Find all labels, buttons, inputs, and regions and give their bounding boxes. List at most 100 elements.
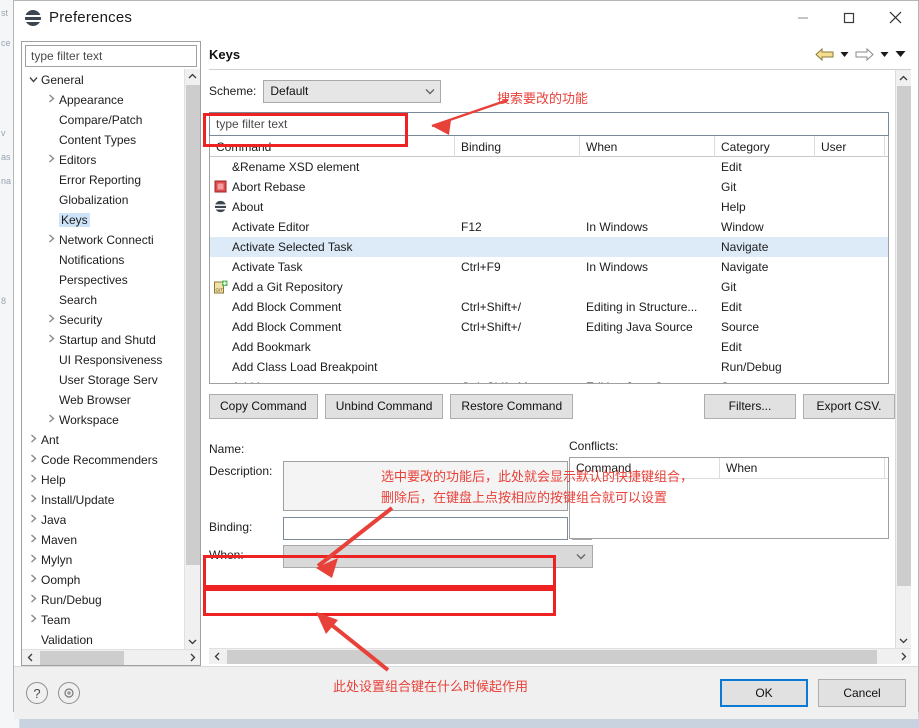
page-hscroll-track[interactable] <box>225 649 895 665</box>
sidebar-item-code-recommenders[interactable]: Code Recommenders <box>22 450 184 470</box>
page-menu-icon[interactable] <box>893 44 907 64</box>
export-csv-button[interactable]: Export CSV. <box>803 393 895 419</box>
keys-table-body[interactable]: &Rename XSD element Edit Abort Rebase Git Ab… <box>210 157 888 383</box>
conflicts-column-when[interactable]: When <box>720 458 885 478</box>
tree-scroll-track[interactable] <box>185 84 200 633</box>
sidebar-item-mylyn[interactable]: Mylyn <box>22 550 184 570</box>
table-row[interactable]: Add Block Comment Ctrl+Shift+/ Editing Jav… <box>210 317 888 337</box>
table-row[interactable]: Add Import Ctrl+Shift+M Editing Java Sourc… <box>210 377 888 383</box>
page-scroll-thumb[interactable] <box>897 86 911 586</box>
when-select[interactable] <box>283 545 593 568</box>
column-header-when[interactable]: When <box>580 136 715 157</box>
sidebar-item-security[interactable]: Security <box>22 310 184 330</box>
page-scroll-left-icon[interactable] <box>209 649 225 665</box>
sidebar-item-team[interactable]: Team <box>22 610 184 630</box>
copy-command-button[interactable]: Copy Command <box>209 393 318 419</box>
scroll-left-icon[interactable] <box>22 650 38 666</box>
sidebar-item-maven[interactable]: Maven <box>22 530 184 550</box>
page-horizontal-scrollbar[interactable] <box>209 648 911 664</box>
sidebar-item-help[interactable]: Help <box>22 470 184 490</box>
forward-dropdown-icon[interactable] <box>877 44 891 64</box>
column-header-binding[interactable]: Binding <box>455 136 580 157</box>
cancel-button[interactable]: Cancel <box>818 679 906 707</box>
preference-tree[interactable]: General Appearance Compare/Patch Content Ty… <box>22 69 184 649</box>
table-row[interactable]: Add Class Load Breakpoint Run/Debug <box>210 357 888 377</box>
sidebar-item-editors[interactable]: Editors <box>22 150 184 170</box>
chevron-right-icon[interactable] <box>43 234 59 246</box>
chevron-right-icon[interactable] <box>43 334 59 346</box>
forward-arrow-icon[interactable] <box>853 44 875 64</box>
sidebar-item-validation[interactable]: Validation <box>22 630 184 649</box>
sidebar-item-network-connecti[interactable]: Network Connecti <box>22 230 184 250</box>
tree-scroll-thumb[interactable] <box>186 84 200 565</box>
chevron-right-icon[interactable] <box>43 414 59 426</box>
column-header-command[interactable]: Command <box>210 136 455 157</box>
sidebar-item-compare-patch[interactable]: Compare/Patch <box>22 110 184 130</box>
sidebar-item-notifications[interactable]: Notifications <box>22 250 184 270</box>
table-row[interactable]: GIT Add a Git Repository Git <box>210 277 888 297</box>
table-row[interactable]: Activate Selected Task Navigate <box>210 237 888 257</box>
back-arrow-icon[interactable] <box>813 44 835 64</box>
tree-horizontal-scrollbar[interactable] <box>22 649 200 665</box>
close-button[interactable] <box>872 1 918 34</box>
keys-table[interactable]: Command Binding When Category User &Rename X… <box>209 136 889 384</box>
page-vertical-scrollbar[interactable] <box>895 70 911 648</box>
chevron-right-icon[interactable] <box>25 594 41 606</box>
page-hscroll-thumb[interactable] <box>227 649 877 664</box>
sidebar-item-java[interactable]: Java <box>22 510 184 530</box>
table-row[interactable]: Add Block Comment Ctrl+Shift+/ Editing in … <box>210 297 888 317</box>
record-icon[interactable] <box>58 682 80 704</box>
chevron-right-icon[interactable] <box>25 514 41 526</box>
binding-input[interactable] <box>283 517 568 540</box>
sidebar-item-user-storage-serv[interactable]: User Storage Serv <box>22 370 184 390</box>
sidebar-item-globalization[interactable]: Globalization <box>22 190 184 210</box>
scroll-right-icon[interactable] <box>184 650 200 666</box>
column-header-category[interactable]: Category <box>715 136 815 157</box>
ok-button[interactable]: OK <box>720 679 808 707</box>
sidebar-item-install-update[interactable]: Install/Update <box>22 490 184 510</box>
filters-button[interactable]: Filters... <box>704 393 796 419</box>
scroll-up-icon[interactable] <box>185 68 200 85</box>
chevron-right-icon[interactable] <box>25 494 41 506</box>
sidebar-item-keys[interactable]: Keys <box>22 210 184 230</box>
table-row[interactable]: Abort Rebase Git <box>210 177 888 197</box>
page-scroll-track[interactable] <box>896 86 911 632</box>
tree-hscroll-track[interactable] <box>38 650 184 666</box>
table-row[interactable]: Activate Editor F12 In Windows Window <box>210 217 888 237</box>
tree-filter-input[interactable]: type filter text <box>25 45 197 67</box>
chevron-right-icon[interactable] <box>25 454 41 466</box>
page-scroll-up-icon[interactable] <box>896 70 911 86</box>
chevron-down-icon[interactable] <box>25 74 41 86</box>
sidebar-item-workspace[interactable]: Workspace <box>22 410 184 430</box>
sidebar-item-ui-responsiveness[interactable]: UI Responsiveness <box>22 350 184 370</box>
chevron-right-icon[interactable] <box>25 574 41 586</box>
chevron-right-icon[interactable] <box>25 614 41 626</box>
table-row[interactable]: Add Bookmark Edit <box>210 337 888 357</box>
sidebar-item-perspectives[interactable]: Perspectives <box>22 270 184 290</box>
chevron-right-icon[interactable] <box>25 434 41 446</box>
chevron-right-icon[interactable] <box>25 554 41 566</box>
table-row[interactable]: About Help <box>210 197 888 217</box>
sidebar-item-search[interactable]: Search <box>22 290 184 310</box>
sidebar-item-run-debug[interactable]: Run/Debug <box>22 590 184 610</box>
column-header-user[interactable]: User <box>815 136 885 157</box>
chevron-right-icon[interactable] <box>43 94 59 106</box>
scroll-down-icon[interactable] <box>185 633 200 649</box>
sidebar-item-startup-and-shutd[interactable]: Startup and Shutd <box>22 330 184 350</box>
table-row[interactable]: &Rename XSD element Edit <box>210 157 888 177</box>
chevron-down-icon[interactable] <box>420 81 440 102</box>
sidebar-item-general[interactable]: General <box>22 70 184 90</box>
sidebar-item-appearance[interactable]: Appearance <box>22 90 184 110</box>
chevron-right-icon[interactable] <box>43 154 59 166</box>
sidebar-item-oomph[interactable]: Oomph <box>22 570 184 590</box>
sidebar-item-error-reporting[interactable]: Error Reporting <box>22 170 184 190</box>
tree-hscroll-thumb[interactable] <box>40 650 124 665</box>
back-dropdown-icon[interactable] <box>837 44 851 64</box>
page-scroll-down-icon[interactable] <box>896 632 911 648</box>
restore-command-button[interactable]: Restore Command <box>450 393 574 419</box>
keys-table-header[interactable]: Command Binding When Category User <box>210 136 888 157</box>
table-row[interactable]: Activate Task Ctrl+F9 In Windows Navigate <box>210 257 888 277</box>
sidebar-item-content-types[interactable]: Content Types <box>22 130 184 150</box>
chevron-right-icon[interactable] <box>25 474 41 486</box>
unbind-command-button[interactable]: Unbind Command <box>324 393 444 419</box>
